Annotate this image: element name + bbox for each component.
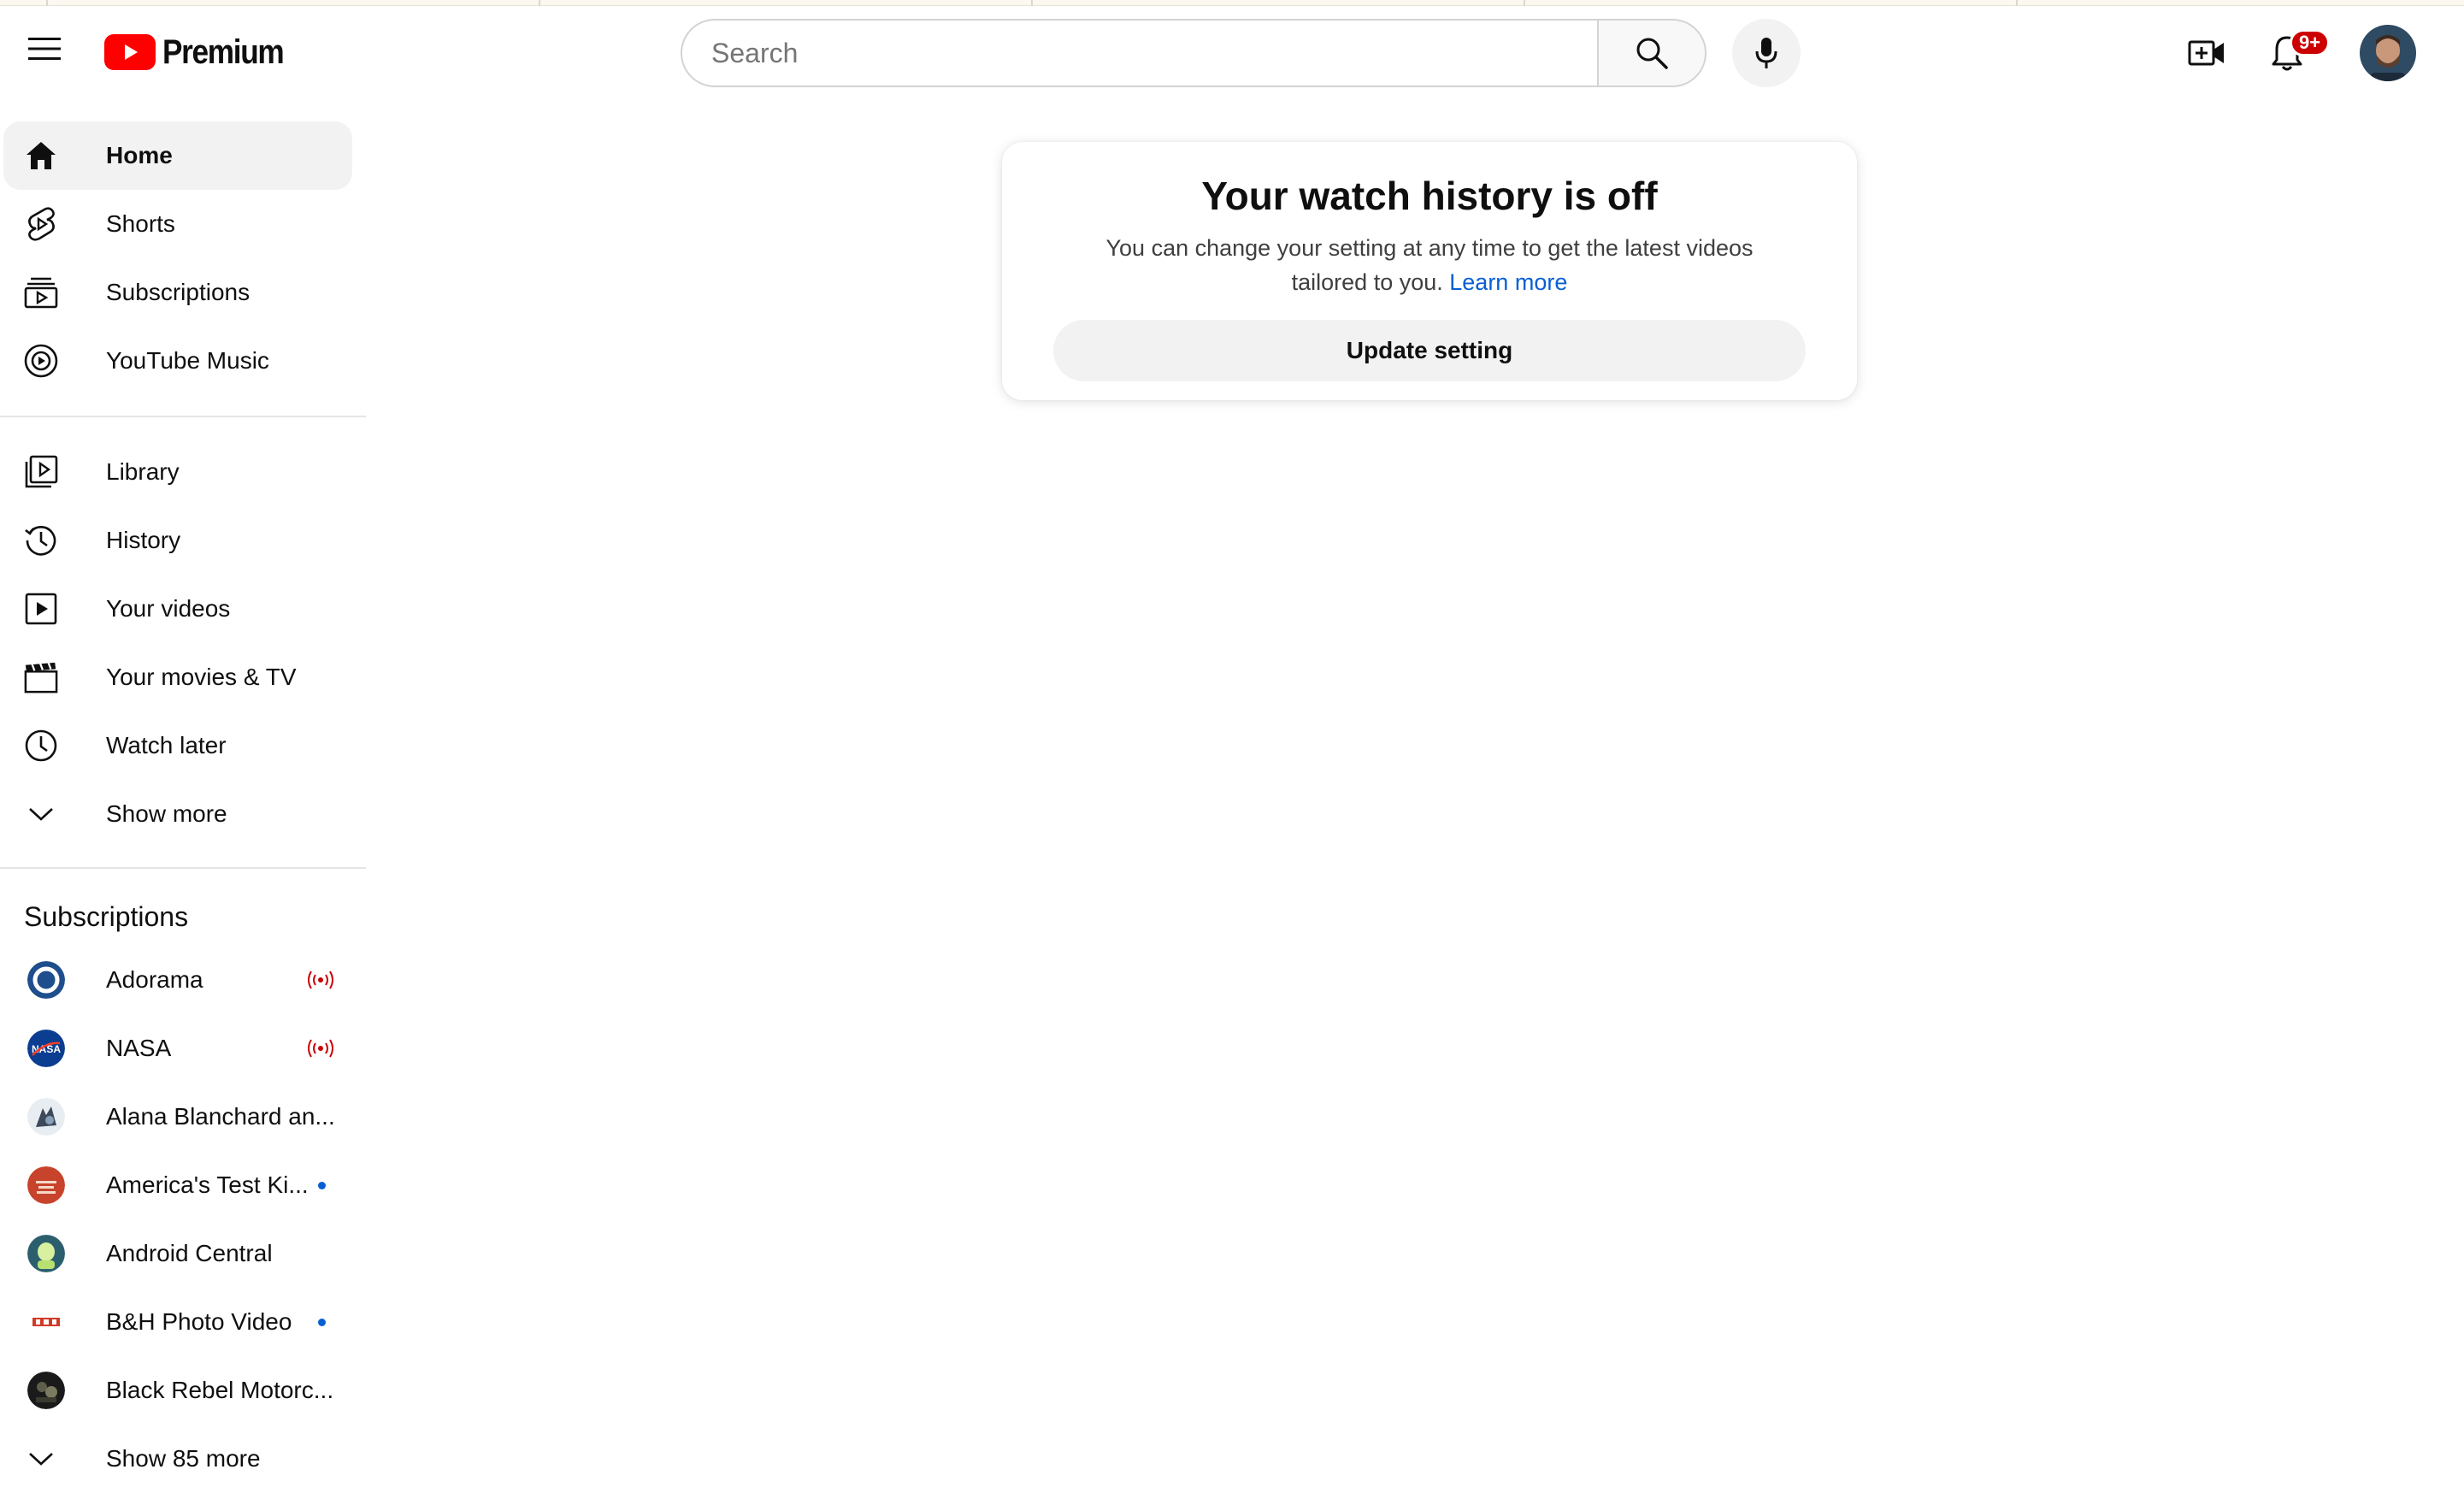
watch-later-icon xyxy=(24,729,58,763)
sidebar-divider xyxy=(0,867,366,869)
logo-text: Premium xyxy=(162,32,285,71)
sidebar-item-label: YouTube Music xyxy=(106,347,269,374)
sidebar-show-more[interactable]: Show more xyxy=(3,780,352,848)
subscription-item-adorama[interactable]: Adorama xyxy=(3,946,352,1014)
account-avatar[interactable] xyxy=(2360,25,2416,81)
subscription-item-nasa[interactable]: NASA NASA xyxy=(3,1014,352,1083)
sidebar-item-label: Watch later xyxy=(106,732,227,758)
subscriptions-icon xyxy=(24,275,58,310)
chevron-down-icon xyxy=(24,1442,58,1476)
microphone-icon xyxy=(1755,38,1777,68)
sidebar-item-subscriptions[interactable]: Subscriptions xyxy=(3,258,352,327)
music-icon xyxy=(24,344,58,378)
sidebar: Home Shorts Subscriptions YouTube Music … xyxy=(0,113,368,1484)
sidebar-item-label: Shorts xyxy=(106,210,175,237)
user-avatar-icon xyxy=(2360,25,2416,81)
search-box[interactable] xyxy=(681,19,1597,87)
youtube-logo-icon xyxy=(104,34,156,70)
shorts-icon xyxy=(24,207,58,241)
subscription-item-bh-photo-video[interactable]: B&H Photo Video xyxy=(3,1288,352,1356)
sidebar-item-youtube-music[interactable]: YouTube Music xyxy=(3,327,352,395)
subscription-item-alana-blanchard[interactable]: Alana Blanchard an... xyxy=(3,1083,352,1151)
sidebar-item-label: Show 85 more xyxy=(106,1445,261,1472)
sidebar-item-movies-tv[interactable]: Your movies & TV xyxy=(3,643,352,711)
movies-icon xyxy=(24,660,58,694)
new-content-dot xyxy=(318,1182,326,1189)
sidebar-item-label: History xyxy=(106,527,181,553)
channel-avatar xyxy=(27,1235,65,1272)
watch-history-off-card: Your watch history is off You can change… xyxy=(1002,142,1857,400)
sidebar-item-library[interactable]: Library xyxy=(3,438,352,506)
create-video-icon xyxy=(2188,40,2224,66)
create-button[interactable] xyxy=(2178,25,2235,81)
sidebar-item-label: Alana Blanchard an... xyxy=(106,1103,335,1130)
sidebar-divider xyxy=(0,416,366,417)
card-body: You can change your setting at any time … xyxy=(1070,231,1789,299)
channel-avatar xyxy=(27,1303,65,1341)
live-icon xyxy=(308,1039,333,1058)
sidebar-item-label: Your videos xyxy=(106,595,231,622)
chevron-down-icon xyxy=(24,797,58,831)
search-input[interactable] xyxy=(710,36,1597,70)
subscription-item-android-central[interactable]: Android Central xyxy=(3,1219,352,1288)
subscription-item-americas-test-kitchen[interactable]: America's Test Ki... xyxy=(3,1151,352,1219)
your-videos-icon xyxy=(24,592,58,626)
card-title: Your watch history is off xyxy=(1201,174,1658,218)
youtube-premium-logo[interactable]: Premium xyxy=(104,33,300,71)
sidebar-item-label: Black Rebel Motorc... xyxy=(106,1377,334,1403)
live-icon xyxy=(308,971,333,989)
card-body-text: You can change your setting at any time … xyxy=(1105,235,1754,295)
history-icon xyxy=(24,523,58,558)
sidebar-item-home[interactable]: Home xyxy=(3,121,352,190)
sidebar-item-label: NASA xyxy=(106,1035,172,1061)
home-icon xyxy=(24,139,58,173)
new-content-dot xyxy=(318,1319,326,1326)
update-setting-button[interactable]: Update setting xyxy=(1053,320,1806,381)
sidebar-item-label: America's Test Ki... xyxy=(106,1171,309,1198)
channel-avatar xyxy=(27,1166,65,1204)
library-icon xyxy=(24,455,58,489)
subscriptions-section-title: Subscriptions xyxy=(24,901,189,932)
sidebar-item-label: Adorama xyxy=(106,966,203,993)
sidebar-item-label: Show more xyxy=(106,800,227,827)
channel-avatar xyxy=(27,1098,65,1136)
browser-top-strip xyxy=(0,0,2464,6)
sidebar-item-label: Android Central xyxy=(106,1240,273,1266)
learn-more-link[interactable]: Learn more xyxy=(1449,269,1567,295)
voice-search-button[interactable] xyxy=(1732,19,1801,87)
guide-menu-button[interactable] xyxy=(17,21,72,76)
sidebar-item-history[interactable]: History xyxy=(3,506,352,575)
channel-avatar xyxy=(27,1372,65,1409)
search-button[interactable] xyxy=(1597,19,1707,87)
notification-count-badge: 9+ xyxy=(2290,29,2331,56)
subscription-item-black-rebel-motorcycle[interactable]: Black Rebel Motorc... xyxy=(3,1356,352,1425)
sidebar-item-watch-later[interactable]: Watch later xyxy=(3,711,352,780)
subscriptions-show-more[interactable]: Show 85 more xyxy=(3,1425,352,1493)
sidebar-item-your-videos[interactable]: Your videos xyxy=(3,575,352,643)
sidebar-item-label: Your movies & TV xyxy=(106,664,297,690)
sidebar-item-shorts[interactable]: Shorts xyxy=(3,190,352,258)
sidebar-item-label: Library xyxy=(106,458,180,485)
channel-avatar xyxy=(27,961,65,999)
sidebar-item-label: B&H Photo Video xyxy=(106,1308,292,1335)
hamburger-icon xyxy=(28,38,61,60)
channel-avatar: NASA xyxy=(27,1030,65,1067)
sidebar-item-label: Home xyxy=(106,142,173,168)
search-icon xyxy=(1636,38,1668,69)
masthead: Premium 9+ xyxy=(0,6,2464,100)
sidebar-item-label: Subscriptions xyxy=(106,279,251,305)
